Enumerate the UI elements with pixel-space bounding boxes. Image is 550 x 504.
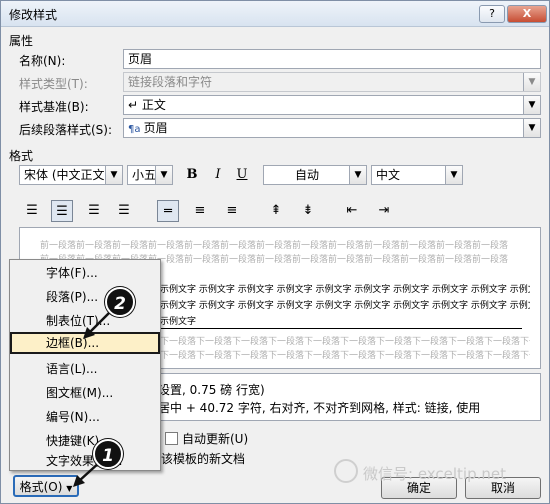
modify-style-dialog: 修改样式 ? X 属性 名称(N): 页眉 样式类型(T): 链接段落和字符 ▼…	[0, 0, 550, 504]
wechat-logo-icon	[334, 459, 358, 483]
watermark-text: 微信号: exceltip.net	[363, 465, 506, 483]
step-2-badge: 2	[105, 287, 135, 317]
arrow-to-border-item	[88, 310, 112, 334]
callout-arrows	[73, 310, 112, 487]
step-1-badge: 1	[93, 439, 123, 469]
